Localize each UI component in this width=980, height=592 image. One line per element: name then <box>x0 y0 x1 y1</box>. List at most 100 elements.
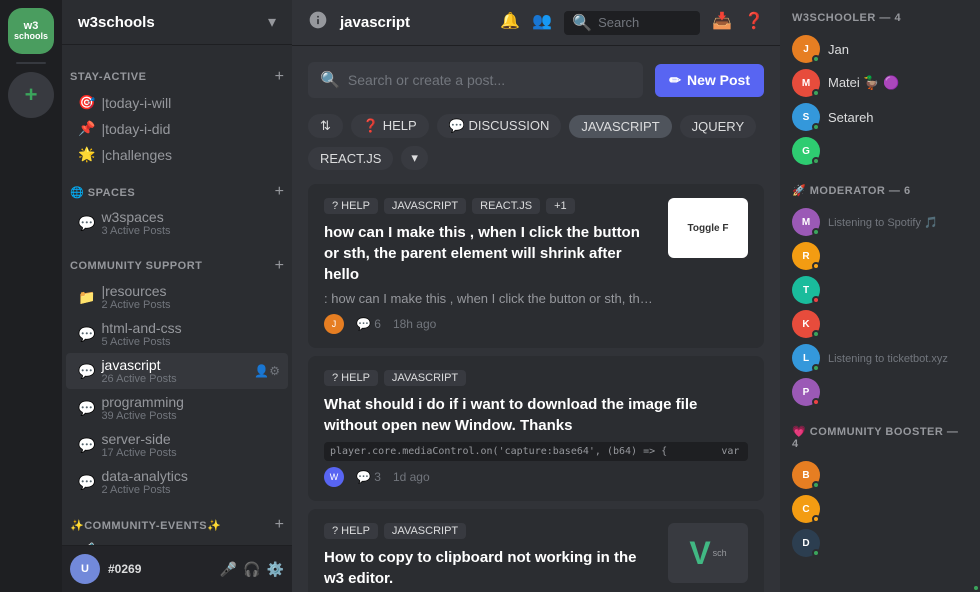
server-icon-w3schools[interactable]: w3 schools <box>8 8 54 54</box>
member-mod6[interactable]: P <box>792 375 968 409</box>
post-card[interactable]: ? HELP JAVASCRIPT What should i do if i … <box>308 356 764 501</box>
post-content: ? HELP JAVASCRIPT REACT.JS +1 how can I … <box>324 198 656 334</box>
member-booster3[interactable]: D <box>792 526 968 560</box>
member-mod3[interactable]: T <box>792 273 968 307</box>
chat-icon: 💬 <box>78 474 95 491</box>
filter-discussion[interactable]: 💬 DISCUSSION <box>437 114 562 138</box>
right-panel: W3SCHOOLER — 4 J Jan M Matei 🦆 🟣 S Setar… <box>780 0 980 592</box>
forum-area: 🔍 ✏ New Post ⇅ ❓ HELP 💬 DISCUSSION JAVAS… <box>292 46 780 592</box>
channel-name-label: server-side <box>101 431 170 447</box>
search-icon: 🔍 <box>572 13 592 33</box>
member-mod4[interactable]: K <box>792 307 968 341</box>
post-tags: ? HELP JAVASCRIPT <box>324 523 656 539</box>
member-avatar: M <box>792 69 820 97</box>
member-avatar: T <box>792 276 820 304</box>
channel-today-i-did[interactable]: 📌 |today-i-did <box>66 116 288 141</box>
header-search-input[interactable] <box>598 15 692 30</box>
filter-jquery[interactable]: JQUERY <box>680 115 757 138</box>
channel-javascript[interactable]: 💬 javascript 26 Active Posts 👤⚙ <box>66 353 288 389</box>
sidebar-header[interactable]: w3schools ▾ <box>62 0 292 45</box>
channel-programming[interactable]: 💬 programming 39 Active Posts <box>66 390 288 426</box>
filter-reactjs[interactable]: REACT.JS <box>308 147 393 170</box>
community-support-label: COMMUNITY SUPPORT <box>70 260 202 272</box>
filter-more-button[interactable]: ▾ <box>401 146 428 170</box>
forum-icon <box>308 10 328 35</box>
post-preview: : how can I make this , when I click the… <box>324 291 656 306</box>
post-author-avatar: J <box>324 314 344 334</box>
post-card[interactable]: ? HELP JAVASCRIPT REACT.JS +1 how can I … <box>308 184 764 348</box>
member-status-text: Listening to ticketbot.xyz <box>828 353 948 365</box>
channel-sub-label: 5 Active Posts <box>101 336 280 348</box>
members-icon[interactable]: 👥 <box>532 11 552 35</box>
stay-active-add-icon[interactable]: + <box>275 69 284 85</box>
forum-search-bar[interactable]: 🔍 <box>308 62 643 98</box>
channel-sub-label: 26 Active Posts <box>101 373 248 385</box>
channel-today-i-will[interactable]: 🎯 |today-i-will <box>66 90 288 115</box>
section-community-support[interactable]: COMMUNITY SUPPORT + <box>62 242 292 278</box>
channel-server-side[interactable]: 💬 server-side 17 Active Posts <box>66 427 288 463</box>
new-post-button[interactable]: ✏ New Post <box>655 64 764 97</box>
inbox-icon[interactable]: 📥 <box>712 11 732 35</box>
filter-help[interactable]: ❓ HELP <box>351 114 429 138</box>
member-mod1[interactable]: M Listening to Spotify 🎵 <box>792 205 968 239</box>
post-author-avatar: W <box>324 467 344 487</box>
channel-header: javascript 🔔 👥 🔍 📥 ❓ <box>292 0 780 46</box>
user-tag: #0269 <box>108 562 212 576</box>
header-search[interactable]: 🔍 <box>564 11 700 35</box>
member-matei[interactable]: M Matei 🦆 🟣 <box>792 66 968 100</box>
section-stay-active[interactable]: STAY-ACTIVE + <box>62 53 292 89</box>
tag-javascript: JAVASCRIPT <box>384 198 466 214</box>
status-dot <box>812 55 820 63</box>
section-spaces[interactable]: 🌐 SPACES + <box>62 168 292 204</box>
member-avatar: G <box>792 137 820 165</box>
channel-sub-label: 39 Active Posts <box>101 410 280 422</box>
forum-search-input[interactable] <box>348 72 631 88</box>
sort-button[interactable]: ⇅ <box>308 114 343 138</box>
tag-help: ? HELP <box>324 523 378 539</box>
filter-javascript[interactable]: JAVASCRIPT <box>569 115 671 138</box>
member-mod2[interactable]: R <box>792 239 968 273</box>
panel-section-moderator: 🚀 MODERATOR — 6 M Listening to Spotify 🎵… <box>792 184 968 409</box>
spaces-add-icon[interactable]: + <box>275 184 284 200</box>
toggle-preview: Toggle F <box>668 198 748 258</box>
community-support-add-icon[interactable]: + <box>275 258 284 274</box>
mute-icon[interactable]: 🎤 <box>220 561 237 578</box>
server-icon-add[interactable]: + <box>8 72 54 118</box>
post-meta: W 💬 3 1d ago <box>324 467 748 487</box>
member-avatar: B <box>792 461 820 489</box>
channel-resources[interactable]: 📁 |resources 2 Active Posts <box>66 279 288 315</box>
header-actions: 🔔 👥 🔍 📥 ❓ <box>500 11 764 35</box>
status-dot <box>812 89 820 97</box>
channel-challenges[interactable]: 🌟 |challenges <box>66 142 288 167</box>
channel-name-label: javascript <box>101 357 160 373</box>
channel-event-announcement[interactable]: 📢 |event-announceme... <box>66 538 288 545</box>
member-jan[interactable]: J Jan <box>792 32 968 66</box>
status-dot <box>812 481 820 489</box>
hash-icon: 📌 <box>78 120 95 137</box>
channel-html-and-css[interactable]: 💬 html-and-css 5 Active Posts <box>66 316 288 352</box>
filter-row: ⇅ ❓ HELP 💬 DISCUSSION JAVASCRIPT JQUERY … <box>308 114 764 170</box>
member-booster1[interactable]: B <box>792 458 968 492</box>
notification-icon[interactable]: 🔔 <box>500 11 520 35</box>
member-mod5[interactable]: L Listening to ticketbot.xyz <box>792 341 968 375</box>
channel-data-analytics[interactable]: 💬 data-analytics 2 Active Posts <box>66 464 288 500</box>
channel-w3spaces[interactable]: 💬 w3spaces 3 Active Posts <box>66 205 288 241</box>
channel-sub-label: 2 Active Posts <box>101 299 280 311</box>
member-avatar: K <box>792 310 820 338</box>
sidebar-footer: U #0269 🎤 🎧 ⚙️ <box>62 545 292 592</box>
channel-sub-label: 3 Active Posts <box>101 225 280 237</box>
help-icon[interactable]: ❓ <box>744 11 764 35</box>
post-title: How to copy to clipboard not working in … <box>324 547 656 589</box>
member-setareh[interactable]: S Setareh <box>792 100 968 134</box>
post-time: 1d ago <box>393 470 430 484</box>
post-card[interactable]: ? HELP JAVASCRIPT How to copy to clipboa… <box>308 509 764 592</box>
section-community-events[interactable]: ✨COMMUNITY-EVENTS✨ + <box>62 501 292 537</box>
community-events-add-icon[interactable]: + <box>275 517 284 533</box>
member-booster2[interactable]: C <box>792 492 968 526</box>
member-4[interactable]: G <box>792 134 968 168</box>
new-post-label: New Post <box>687 72 750 88</box>
member-avatar: S <box>792 103 820 131</box>
section-title-moderator: 🚀 MODERATOR — 6 <box>792 184 968 197</box>
deafen-icon[interactable]: 🎧 <box>243 561 260 578</box>
settings-icon[interactable]: ⚙️ <box>267 561 284 578</box>
